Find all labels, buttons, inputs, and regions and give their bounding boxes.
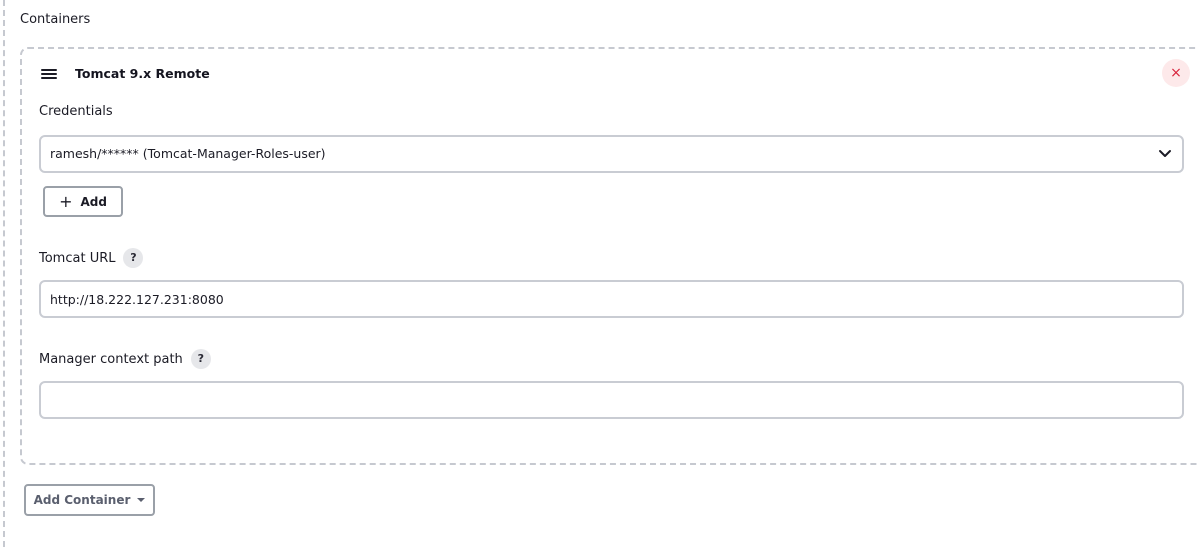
credentials-label-text: Credentials (39, 104, 113, 119)
tomcat-url-label-text: Tomcat URL (39, 250, 116, 266)
credentials-selected-value: ramesh/****** (Tomcat-Manager-Roles-user… (50, 146, 326, 161)
caret-down-icon (137, 498, 146, 502)
add-credentials-button[interactable]: + Add (43, 186, 123, 217)
tomcat-url-input[interactable] (39, 280, 1184, 318)
manager-context-path-input[interactable] (39, 381, 1184, 419)
tomcat-url-label: Tomcat URL ? (39, 248, 144, 268)
section-label: Containers (20, 12, 91, 27)
add-container-label: Add Container (33, 493, 131, 507)
drag-handle-icon[interactable] (41, 69, 57, 79)
add-container-button[interactable]: Add Container (24, 484, 155, 516)
container-title: Tomcat 9.x Remote (75, 66, 210, 81)
container-card: Tomcat 9.x Remote × Credentials ramesh/*… (20, 47, 1197, 465)
help-icon[interactable]: ? (123, 248, 144, 268)
manager-context-path-label-text: Manager context path (39, 351, 183, 367)
close-icon[interactable]: × (1162, 59, 1190, 87)
plus-icon: + (59, 191, 73, 211)
manager-context-path-label: Manager context path ? (39, 349, 211, 369)
credentials-select[interactable]: ramesh/****** (Tomcat-Manager-Roles-user… (39, 135, 1184, 173)
chevron-down-icon (1159, 150, 1171, 157)
outer-dashed-divider (3, 0, 5, 547)
help-icon[interactable]: ? (190, 349, 211, 369)
credentials-label: Credentials (39, 104, 113, 119)
add-button-label: Add (80, 194, 107, 209)
